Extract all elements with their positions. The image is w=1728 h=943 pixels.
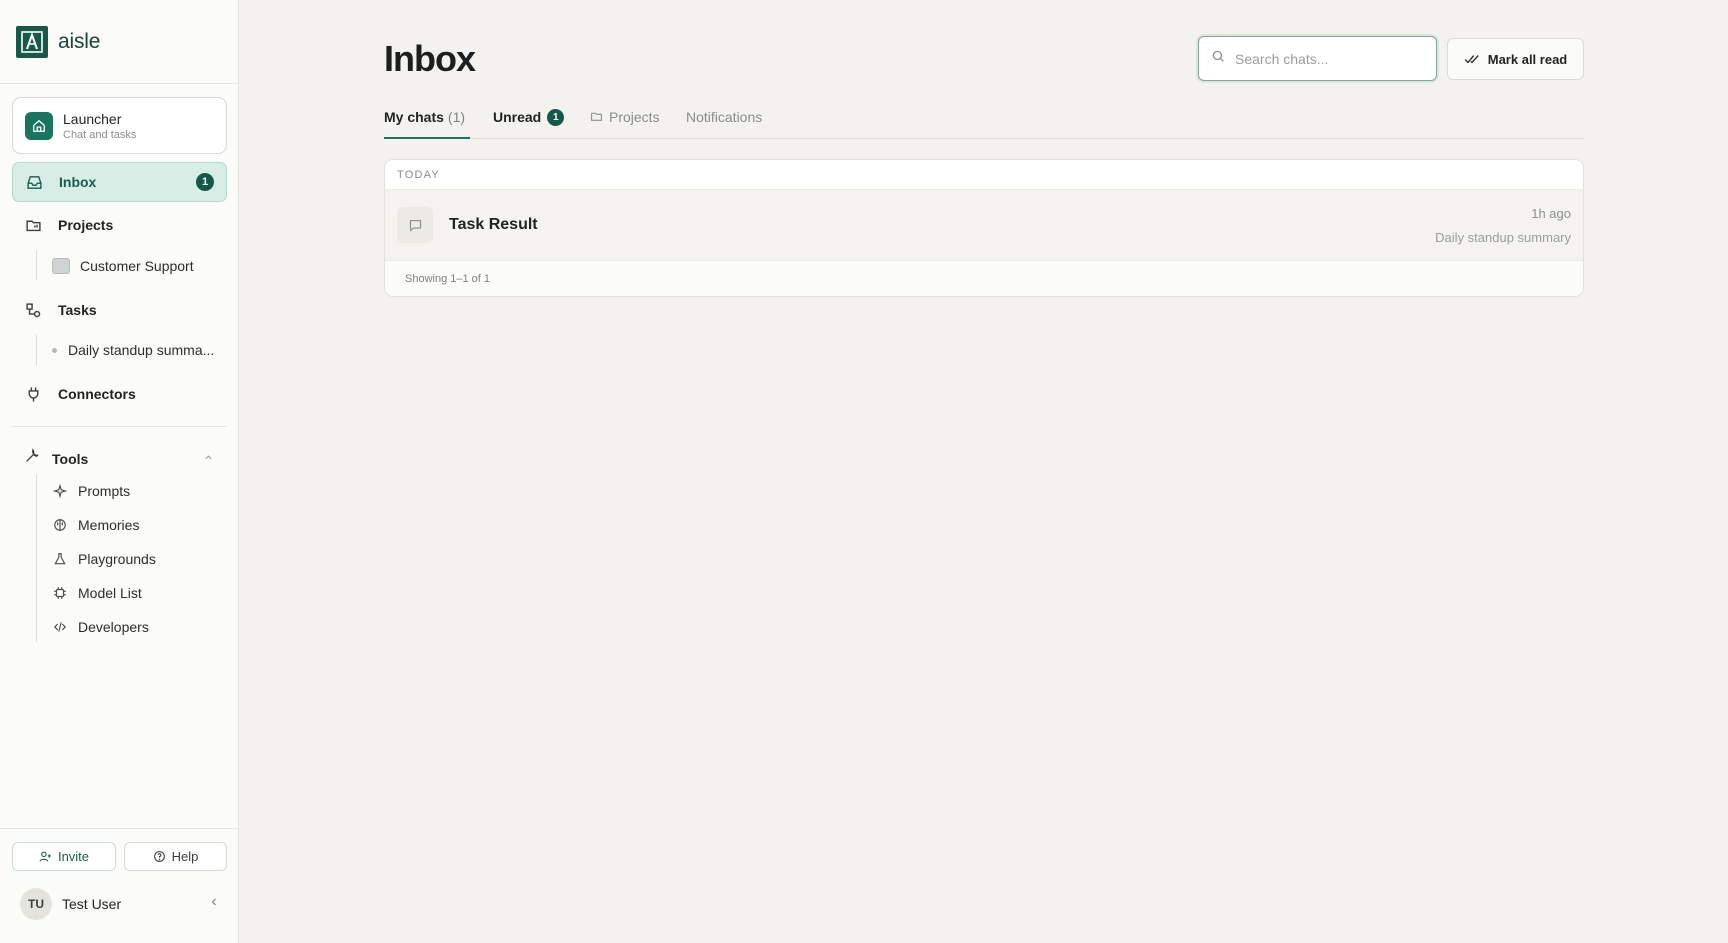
tools-label: Tools: [52, 450, 89, 467]
section-label: TODAY: [385, 160, 1583, 189]
sidebar-item-inbox[interactable]: Inbox 1: [12, 162, 227, 202]
launcher-button[interactable]: Launcher Chat and tasks: [12, 97, 227, 154]
user-plus-icon: [39, 851, 51, 862]
tab-label: Notifications: [686, 109, 763, 125]
tab-count: (1): [447, 109, 466, 125]
chat-title: Task Result: [449, 216, 538, 233]
tool-label: Playgrounds: [78, 551, 156, 567]
tab-bar: My chats (1) Unread 1 Projects Notificat…: [384, 106, 1584, 139]
collapse-sidebar-icon[interactable]: [208, 895, 220, 913]
sidebar-item-tasks[interactable]: Tasks: [12, 290, 227, 330]
tab-unread[interactable]: Unread 1: [493, 106, 565, 139]
pagination-info: Showing 1–1 of 1: [385, 261, 1583, 296]
sidebar-tool-developers[interactable]: Developers: [52, 619, 149, 635]
sidebar-footer-divider: [0, 828, 239, 829]
flask-icon: [52, 551, 68, 567]
chat-timestamp: 1h ago: [1531, 206, 1571, 221]
main-content: Inbox Mark all read My chats (1) Unread …: [239, 0, 1728, 943]
invite-label: Invite: [57, 849, 90, 864]
mark-all-read-label: Mark all read: [1487, 51, 1568, 67]
sparkles-icon: [52, 483, 68, 499]
user-menu[interactable]: TU Test User: [20, 888, 220, 920]
invite-button[interactable]: Invite: [12, 842, 116, 871]
sidebar-tool-prompts[interactable]: Prompts: [52, 483, 130, 499]
home-icon: [25, 111, 53, 140]
sidebar-subitem-task[interactable]: Daily standup summa...: [52, 342, 214, 358]
chevron-up-icon: [203, 450, 214, 468]
sidebar-item-label: Inbox: [59, 174, 97, 190]
tool-label: Prompts: [78, 483, 131, 499]
tree-line: [36, 250, 37, 280]
sidebar-item-label: Tasks: [58, 302, 97, 318]
tab-my-chats[interactable]: My chats (1): [384, 106, 470, 139]
sidebar-tool-memories[interactable]: Memories: [52, 517, 139, 533]
inbox-icon: [25, 173, 43, 191]
status-dot: [52, 347, 57, 353]
brand[interactable]: aisle: [0, 0, 238, 84]
tree-line: [36, 474, 37, 642]
help-label: Help: [171, 849, 199, 864]
search-input[interactable]: [1235, 50, 1425, 67]
inbox-badge: 1: [196, 173, 214, 191]
double-check-icon: [1464, 55, 1479, 64]
chip-icon: [52, 585, 68, 601]
task-name: Daily standup summa...: [68, 342, 215, 358]
help-circle-icon: [153, 851, 165, 862]
sidebar: aisle Launcher Chat and tasks Inbox 1 Pr…: [0, 0, 239, 943]
plug-icon: [24, 385, 42, 403]
search-icon: [1211, 49, 1225, 68]
sidebar-subitem-project[interactable]: Customer Support: [52, 258, 194, 274]
sidebar-item-connectors[interactable]: Connectors: [12, 374, 227, 414]
tool-label: Model List: [78, 585, 142, 601]
brain-icon: [52, 517, 68, 533]
unread-badge: 1: [547, 109, 565, 126]
chat-list-card: TODAY Task Result 1h ago Daily standup s…: [384, 159, 1584, 297]
app-root: aisle Launcher Chat and tasks Inbox 1 Pr…: [0, 0, 1728, 943]
sidebar-tool-model-list[interactable]: Model List: [52, 585, 142, 601]
tab-label: My chats: [384, 109, 444, 125]
tab-notifications[interactable]: Notifications: [686, 106, 762, 139]
tab-label: Projects: [609, 109, 660, 125]
folder-icon: [590, 110, 603, 126]
page-title: Inbox: [384, 38, 476, 79]
tasks-icon: [24, 301, 42, 319]
avatar: TU: [20, 888, 52, 920]
project-thumbnail-icon: [52, 258, 70, 274]
tool-label: Memories: [78, 517, 140, 533]
project-name: Customer Support: [80, 258, 194, 274]
mark-all-read-button[interactable]: Mark all read: [1447, 38, 1584, 80]
launcher-title: Launcher: [63, 110, 122, 127]
sidebar-divider: [12, 426, 227, 427]
aisle-logo-icon: [16, 25, 48, 58]
code-icon: [52, 619, 68, 635]
sidebar-item-projects[interactable]: Projects: [12, 205, 227, 245]
sidebar-item-label: Projects: [58, 217, 114, 233]
folder-icon: [24, 216, 42, 234]
chat-subtitle: Daily standup summary: [1435, 230, 1571, 245]
tab-label: Unread: [493, 109, 542, 125]
sidebar-tool-playgrounds[interactable]: Playgrounds: [52, 551, 156, 567]
search-box: [1198, 36, 1437, 81]
message-icon: [397, 207, 433, 243]
tree-line: [36, 335, 37, 365]
brand-name: aisle: [58, 29, 101, 53]
user-name: Test User: [62, 896, 122, 912]
chat-meta: 1h ago Daily standup summary: [1435, 206, 1571, 245]
list-item[interactable]: Task Result 1h ago Daily standup summary: [385, 189, 1583, 261]
tab-projects[interactable]: Projects: [590, 106, 660, 139]
wrench-icon: [24, 448, 40, 469]
sidebar-item-label: Connectors: [58, 386, 136, 402]
tool-label: Developers: [78, 619, 149, 635]
tools-section-toggle[interactable]: Tools: [24, 448, 214, 469]
launcher-subtitle: Chat and tasks: [63, 128, 137, 141]
help-button[interactable]: Help: [124, 842, 227, 871]
